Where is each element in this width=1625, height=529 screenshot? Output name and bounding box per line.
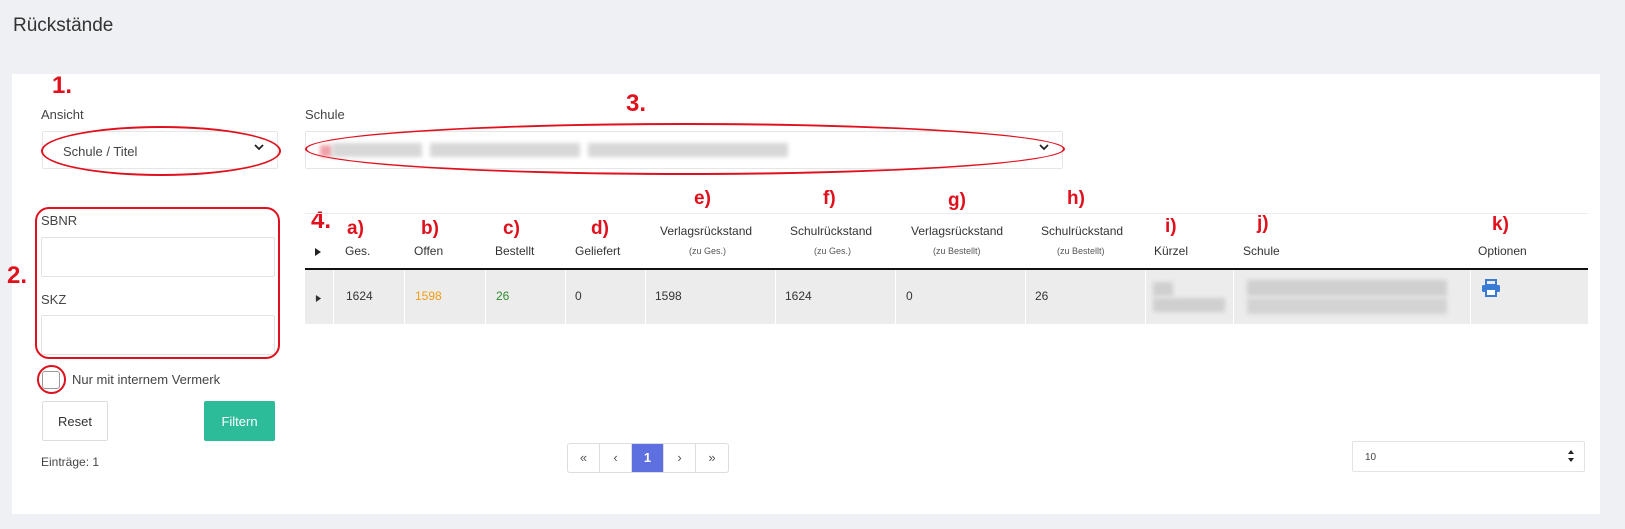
- sbnr-label: SBNR: [41, 213, 78, 228]
- annotation-a: a): [347, 218, 364, 239]
- pagination: « ‹ 1 › »: [567, 443, 729, 473]
- internal-note-checkbox[interactable]: [42, 371, 60, 389]
- per-page-select[interactable]: 10: [1352, 441, 1585, 472]
- ansicht-select[interactable]: Schule / Titel: [42, 131, 278, 169]
- cell-bestellt: 26: [496, 289, 510, 303]
- page-current-button[interactable]: 1: [632, 444, 664, 472]
- annotation-k: k): [1492, 214, 1509, 235]
- cell-verlag-ges: 1598: [655, 289, 682, 303]
- annotation-3: 3.: [626, 90, 647, 117]
- row-expand-icon[interactable]: [315, 291, 322, 306]
- annotation-b: b): [421, 218, 439, 239]
- per-page-value: 10: [1365, 452, 1377, 463]
- table-top-border: [305, 213, 1588, 214]
- annotation-g: g): [948, 190, 966, 211]
- th-verlag-best-sub: (zu Bestellt): [933, 246, 981, 256]
- expand-all-icon[interactable]: [314, 245, 322, 260]
- annotation-c: c): [503, 218, 520, 239]
- sort-updown-icon: [1567, 449, 1575, 466]
- skz-label: SKZ: [41, 292, 67, 307]
- cell-verlag-best: 0: [906, 289, 913, 303]
- reset-button[interactable]: Reset: [42, 401, 108, 441]
- cell-offen: 1598: [415, 289, 442, 303]
- cell-geliefert: 0: [575, 289, 582, 303]
- ansicht-label: Ansicht: [41, 107, 84, 122]
- th-verlag-ges[interactable]: Verlagsrückstand: [660, 224, 752, 238]
- print-icon[interactable]: [1481, 279, 1501, 300]
- th-bestellt[interactable]: Bestellt: [495, 244, 534, 258]
- th-offen[interactable]: Offen: [414, 244, 443, 258]
- cell-schul-best: 26: [1035, 289, 1049, 303]
- schule-select[interactable]: [305, 131, 1063, 169]
- annotation-e: e): [694, 188, 711, 209]
- th-schul-ges-sub: (zu Ges.): [814, 246, 852, 256]
- filter-button[interactable]: Filtern: [204, 401, 275, 441]
- annotation-j: j): [1257, 213, 1269, 234]
- skz-input[interactable]: [41, 315, 275, 355]
- annotation-f: f): [823, 188, 836, 209]
- th-schul-best[interactable]: Schulrückstand: [1041, 224, 1123, 238]
- cell-ges: 1624: [346, 289, 373, 303]
- th-optionen: Optionen: [1478, 244, 1527, 258]
- ansicht-select-value: Schule / Titel: [63, 144, 138, 159]
- checkbox-label: Nur mit internem Vermerk: [72, 372, 221, 387]
- chevron-down-icon: [1038, 141, 1050, 156]
- cell-schul-ges: 1624: [785, 289, 812, 303]
- page-next-button[interactable]: ›: [664, 444, 696, 472]
- entries-count: Einträge: 1: [41, 455, 100, 469]
- page-prev-button[interactable]: ‹: [600, 444, 632, 472]
- page-first-button[interactable]: «: [568, 444, 600, 472]
- th-verlag-best[interactable]: Verlagsrückstand: [911, 224, 1003, 238]
- table-row[interactable]: 1624 1598 26 0 1598 1624 0 26: [305, 270, 1588, 324]
- annotation-i: i): [1165, 216, 1177, 237]
- annotation-4: 4.: [311, 207, 332, 234]
- annotation-1: 1.: [52, 72, 73, 99]
- schule-label: Schule: [305, 107, 345, 122]
- th-geliefert[interactable]: Geliefert: [575, 244, 620, 258]
- th-verlag-ges-sub: (zu Ges.): [689, 246, 727, 256]
- annotation-2: 2.: [7, 262, 28, 289]
- annotation-d: d): [591, 218, 609, 239]
- sbnr-input[interactable]: [41, 237, 275, 277]
- page-title: Rückstände: [13, 15, 114, 36]
- page-last-button[interactable]: »: [696, 444, 728, 472]
- th-schul-best-sub: (zu Bestellt): [1057, 246, 1105, 256]
- th-kuerzel[interactable]: Kürzel: [1154, 244, 1188, 258]
- th-schul-ges[interactable]: Schulrückstand: [790, 224, 872, 238]
- annotation-h: h): [1067, 188, 1085, 209]
- th-schule[interactable]: Schule: [1243, 244, 1280, 258]
- th-ges[interactable]: Ges.: [345, 244, 370, 258]
- chevron-down-icon: [253, 141, 265, 156]
